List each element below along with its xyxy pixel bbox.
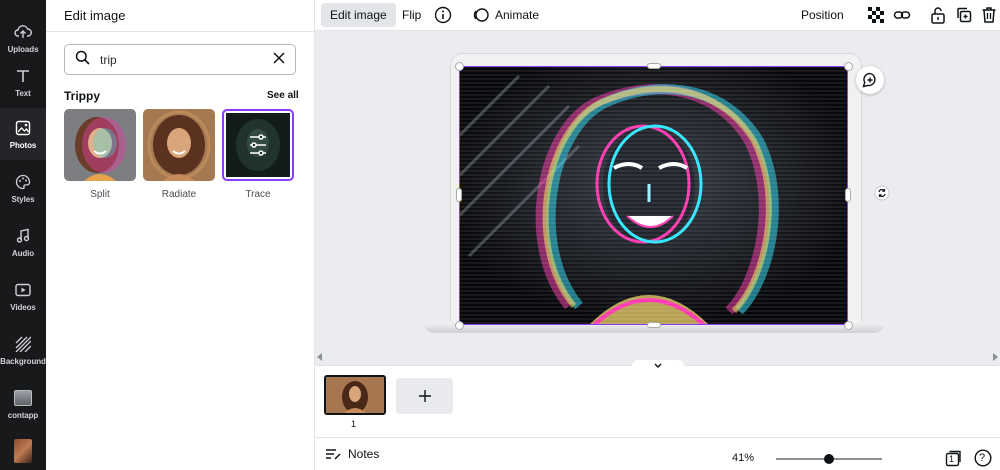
link-icon[interactable]: [892, 5, 912, 25]
add-comment-button[interactable]: [856, 66, 884, 94]
zoom-level[interactable]: 41%: [732, 452, 754, 464]
design-canvas[interactable]: [315, 31, 1000, 351]
plus-icon: [418, 390, 431, 402]
effect-thumbnail: [64, 109, 136, 181]
editor-app: Uploads Text Photos Styles Audio Videos …: [0, 0, 1000, 470]
rail-label: Background: [0, 356, 46, 366]
zoom-slider[interactable]: [776, 454, 882, 464]
effect-trace[interactable]: Trace: [222, 109, 294, 200]
effect-thumbnail: [143, 109, 215, 181]
upload-cloud-icon: [14, 23, 32, 41]
bottom-bar: Notes 41% 1 ?: [315, 437, 1000, 470]
rail-item-text[interactable]: Text: [0, 56, 46, 108]
notes-icon: [326, 449, 341, 460]
video-play-icon: [14, 281, 32, 299]
pages-strip: 1: [315, 360, 1000, 437]
music-note-icon: [14, 227, 32, 245]
rail-item-contapp[interactable]: contapp: [0, 378, 46, 430]
rail-label: Audio: [11, 248, 35, 258]
rail-item-photos[interactable]: Photos: [0, 108, 46, 160]
effect-label: Split: [90, 189, 110, 200]
effect-thumbnail: [222, 109, 294, 181]
zoom-slider-knob[interactable]: [824, 454, 834, 464]
palette-icon: [14, 173, 32, 191]
notes-button[interactable]: Notes: [325, 447, 379, 461]
resize-handle-left[interactable]: [456, 188, 462, 202]
rail-label: Uploads: [7, 44, 39, 54]
trash-icon[interactable]: [979, 5, 999, 25]
rail-item-styles[interactable]: Styles: [0, 162, 46, 214]
rail-label: contapp: [7, 410, 39, 420]
rail-label: Videos: [10, 302, 36, 312]
scroll-right-icon: [993, 353, 998, 361]
page-count-button[interactable]: 1: [944, 449, 962, 467]
resize-handle-bottom-right[interactable]: [844, 321, 853, 330]
recent-image-thumbnail: [14, 439, 32, 463]
effect-label: Radiate: [161, 189, 197, 200]
notes-label: Notes: [348, 447, 380, 461]
search-value[interactable]: trip: [100, 53, 273, 67]
page-thumbnail[interactable]: [324, 375, 386, 415]
resize-handle-top[interactable]: [647, 63, 661, 69]
effect-radiate[interactable]: Radiate: [143, 109, 215, 200]
rail-item-background[interactable]: Background: [0, 324, 46, 376]
lock-icon[interactable]: [928, 5, 948, 25]
section-title: Trippy: [64, 89, 101, 103]
divider: [46, 31, 315, 32]
scroll-left-icon: [317, 353, 322, 361]
app-thumbnail-icon: [14, 389, 32, 407]
help-label: ?: [979, 452, 986, 464]
help-button[interactable]: ?: [974, 449, 992, 467]
edit-image-panel: Edit image trip Trippy See all Split Rad…: [46, 0, 315, 470]
info-icon[interactable]: [433, 5, 453, 25]
transparency-icon[interactable]: [866, 5, 886, 25]
rail-label: Photos: [9, 140, 37, 150]
rail-item-recent-image[interactable]: [0, 432, 46, 470]
chevron-down-icon: [654, 363, 662, 368]
left-rail: Uploads Text Photos Styles Audio Videos …: [0, 0, 46, 470]
edit-image-button[interactable]: Edit image: [321, 3, 396, 27]
photo-icon: [14, 119, 32, 137]
effect-split[interactable]: Split: [64, 109, 136, 200]
position-button[interactable]: Position: [792, 3, 853, 27]
rail-item-videos[interactable]: Videos: [0, 270, 46, 322]
see-all-link[interactable]: See all: [267, 90, 299, 101]
rail-label: Text: [15, 88, 31, 98]
rotate-button[interactable]: [872, 183, 892, 203]
clear-search-icon[interactable]: [273, 51, 285, 69]
search-input[interactable]: trip: [64, 44, 296, 75]
duplicate-icon[interactable]: [954, 5, 974, 25]
top-toolbar: Edit image Flip Animate Position: [315, 0, 1000, 31]
animate-button[interactable]: Animate: [486, 3, 548, 27]
selected-photo[interactable]: [459, 66, 848, 325]
collapse-pages-button[interactable]: [632, 360, 684, 372]
panel-title: Edit image: [64, 8, 126, 23]
effect-label: Trace: [245, 189, 271, 200]
resize-handle-bottom[interactable]: [647, 322, 661, 328]
flip-button[interactable]: Flip: [393, 3, 430, 27]
page-count: 1: [949, 454, 955, 464]
resize-handle-bottom-left[interactable]: [455, 321, 464, 330]
search-icon: [75, 50, 90, 70]
add-page-button[interactable]: [396, 378, 453, 414]
resize-handle-right[interactable]: [845, 188, 851, 202]
rail-item-audio[interactable]: Audio: [0, 216, 46, 268]
page-number: 1: [351, 419, 357, 429]
rotate-icon: [874, 185, 890, 201]
hatch-background-icon: [14, 335, 32, 353]
text-t-icon: [14, 67, 32, 85]
resize-handle-top-left[interactable]: [455, 62, 464, 71]
resize-handle-top-right[interactable]: [844, 62, 853, 71]
rail-label: Styles: [11, 194, 35, 204]
comment-plus-icon: [862, 72, 876, 88]
